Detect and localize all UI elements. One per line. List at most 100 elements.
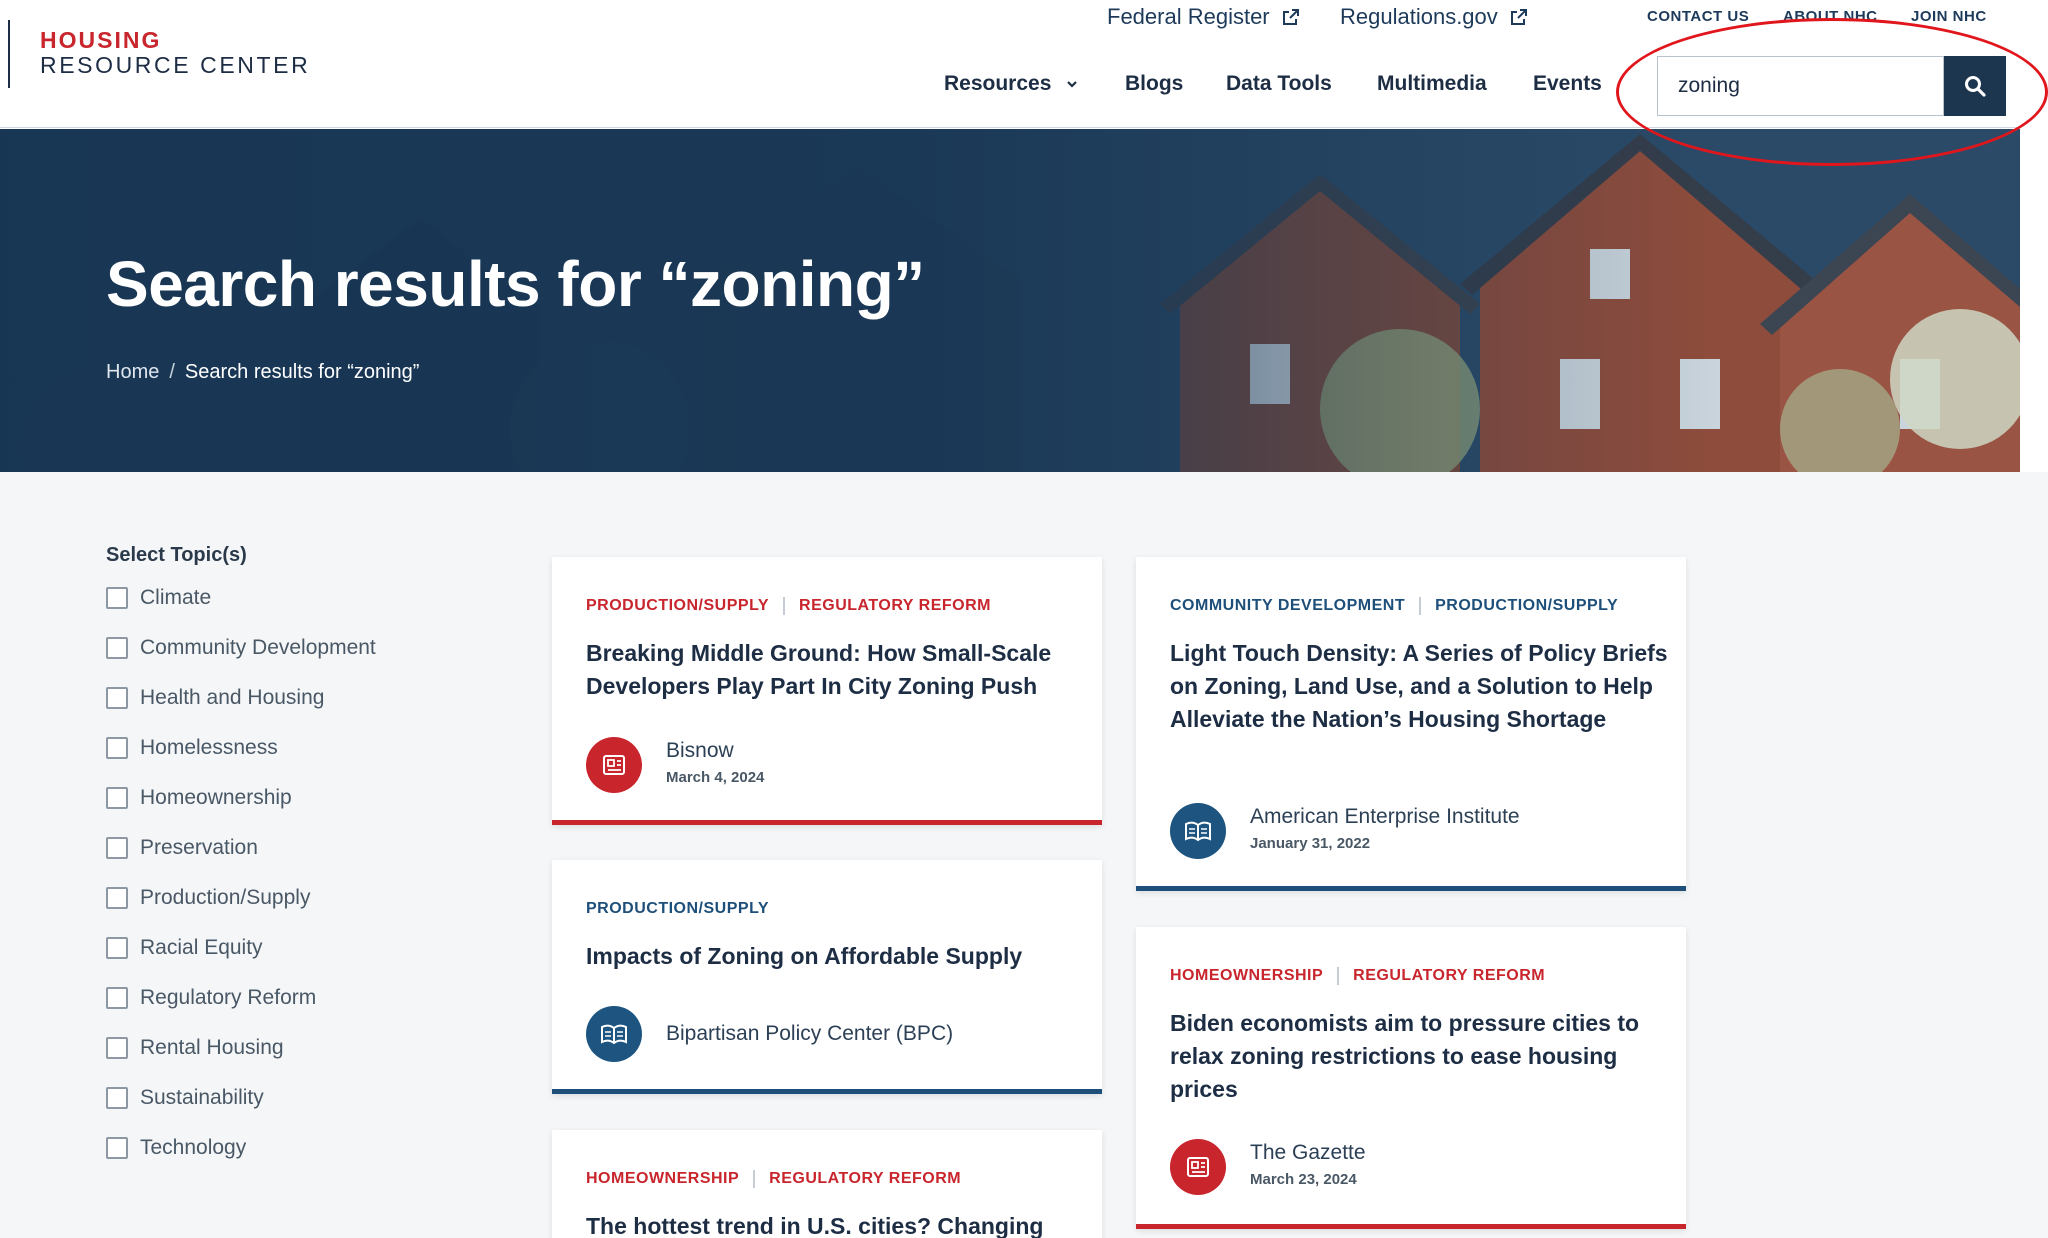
card-title[interactable]: Biden economists aim to pressure cities … (1170, 1007, 1670, 1106)
filter-label: Climate (140, 586, 212, 609)
filter-homeownership[interactable]: Homeownership (106, 786, 292, 810)
tag-divider (1337, 967, 1340, 985)
result-card[interactable]: HOMEOWNERSHIP REGULATORY REFORM Biden ec… (1136, 927, 1686, 1229)
open-book-icon (586, 1006, 642, 1062)
tag-link[interactable]: HOMEOWNERSHIP (1170, 967, 1323, 985)
filter-technology[interactable]: Technology (106, 1136, 246, 1160)
checkbox[interactable] (106, 587, 128, 609)
tag-link[interactable]: COMMUNITY DEVELOPMENT (1170, 597, 1405, 615)
logo-line-2: RESOURCE CENTER (40, 52, 311, 78)
card-title[interactable]: Impacts of Zoning on Affordable Supply (586, 940, 1076, 973)
tag-link[interactable]: PRODUCTION/SUPPLY (1435, 597, 1618, 615)
breadcrumb-home[interactable]: Home (106, 361, 159, 384)
checkbox[interactable] (106, 887, 128, 909)
source-date: January 31, 2022 (1250, 835, 1371, 852)
page-title: Search results for “zoning” (106, 248, 925, 320)
logo-line-1: HOUSING (40, 27, 162, 53)
tag-divider (1419, 597, 1422, 615)
breadcrumb: Home / Search results for “zoning” (106, 361, 419, 384)
tag-link[interactable]: HOMEOWNERSHIP (586, 1170, 739, 1188)
filter-homelessness[interactable]: Homelessness (106, 736, 278, 760)
filter-label: Health and Housing (140, 686, 325, 709)
checkbox[interactable] (106, 837, 128, 859)
filter-health-and-housing[interactable]: Health and Housing (106, 686, 324, 710)
filter-sustainability[interactable]: Sustainability (106, 1086, 264, 1110)
logo-divider (8, 20, 10, 88)
newspaper-icon (1170, 1139, 1226, 1195)
tag-divider (783, 597, 786, 615)
search-icon (1965, 76, 1986, 97)
regulations-gov-link[interactable]: Regulations.gov (1340, 4, 1528, 30)
source-name: Bisnow (666, 739, 734, 762)
card-tags: HOMEOWNERSHIP REGULATORY REFORM (1170, 967, 1545, 985)
nav-events[interactable]: Events (1533, 72, 1602, 96)
nav-multimedia[interactable]: Multimedia (1377, 72, 1487, 96)
filter-label: Racial Equity (140, 936, 263, 959)
checkbox[interactable] (106, 1137, 128, 1159)
card-tags: PRODUCTION/SUPPLY (586, 900, 769, 918)
card-tags: HOMEOWNERSHIP REGULATORY REFORM (586, 1170, 961, 1188)
filter-preservation[interactable]: Preservation (106, 836, 258, 860)
nav-data-tools[interactable]: Data Tools (1226, 72, 1332, 96)
filter-label: Rental Housing (140, 1036, 284, 1059)
filter-label: Regulatory Reform (140, 986, 317, 1009)
filter-production-supply[interactable]: Production/Supply (106, 886, 310, 910)
checkbox[interactable] (106, 937, 128, 959)
checkbox[interactable] (106, 687, 128, 709)
filter-label: Homeownership (140, 786, 292, 809)
checkbox[interactable] (106, 637, 128, 659)
tag-link[interactable]: PRODUCTION/SUPPLY (586, 900, 769, 918)
external-link-icon (1282, 9, 1299, 25)
result-card[interactable]: COMMUNITY DEVELOPMENT PRODUCTION/SUPPLY … (1136, 557, 1686, 891)
nav-resources[interactable]: Resources (944, 72, 1079, 96)
filter-regulatory-reform[interactable]: Regulatory Reform (106, 986, 316, 1010)
search-field (1657, 56, 1944, 116)
open-book-icon (1170, 803, 1226, 859)
nav-blogs[interactable]: Blogs (1125, 72, 1183, 96)
search-input[interactable] (1658, 57, 1943, 115)
external-link-icon (1510, 9, 1527, 25)
filter-community-development[interactable]: Community Development (106, 636, 376, 660)
filter-label: Production/Supply (140, 886, 311, 909)
federal-register-label: Federal Register (1107, 4, 1270, 29)
card-title[interactable]: Light Touch Density: A Series of Policy … (1170, 637, 1670, 736)
filters-title: Select Topic(s) (106, 544, 247, 566)
card-title[interactable]: The hottest trend in U.S. cities? Changi… (586, 1210, 1076, 1238)
checkbox[interactable] (106, 787, 128, 809)
filter-label: Sustainability (140, 1086, 264, 1109)
filter-climate[interactable]: Climate (106, 586, 211, 610)
federal-register-link[interactable]: Federal Register (1107, 4, 1300, 30)
site-logo[interactable]: HOUSING RESOURCE CENTER (40, 28, 310, 78)
nav-resources-label: Resources (944, 72, 1052, 95)
card-tags: PRODUCTION/SUPPLY REGULATORY REFORM (586, 597, 991, 615)
about-nhc-link[interactable]: ABOUT NHC (1783, 8, 1878, 25)
filter-label: Homelessness (140, 736, 278, 759)
result-card[interactable]: PRODUCTION/SUPPLY REGULATORY REFORM Brea… (552, 557, 1102, 825)
checkbox[interactable] (106, 987, 128, 1009)
chevron-down-icon (1067, 81, 1078, 88)
join-nhc-link[interactable]: JOIN NHC (1911, 8, 1987, 25)
breadcrumb-separator: / (169, 361, 175, 383)
card-title[interactable]: Breaking Middle Ground: How Small-Scale … (586, 637, 1076, 703)
result-card[interactable]: PRODUCTION/SUPPLY Impacts of Zoning on A… (552, 860, 1102, 1094)
filter-racial-equity[interactable]: Racial Equity (106, 936, 263, 960)
checkbox[interactable] (106, 1087, 128, 1109)
source-name: Bipartisan Policy Center (BPC) (666, 1022, 954, 1045)
tag-link[interactable]: REGULATORY REFORM (1353, 967, 1545, 985)
filter-label: Community Development (140, 636, 376, 659)
filter-label: Preservation (140, 836, 258, 859)
site-header: HOUSING RESOURCE CENTER Federal Register… (0, 0, 2020, 128)
checkbox[interactable] (106, 1037, 128, 1059)
hero-banner: Search results for “zoning” Home / Searc… (0, 129, 2020, 472)
contact-us-link[interactable]: CONTACT US (1647, 8, 1749, 25)
search-button[interactable] (1944, 56, 2006, 116)
filter-label: Technology (140, 1136, 247, 1159)
tag-link[interactable]: PRODUCTION/SUPPLY (586, 597, 769, 615)
source-date: March 23, 2024 (1250, 1171, 1357, 1188)
tag-divider (753, 1170, 756, 1188)
filter-rental-housing[interactable]: Rental Housing (106, 1036, 284, 1060)
checkbox[interactable] (106, 737, 128, 759)
result-card[interactable]: HOMEOWNERSHIP REGULATORY REFORM The hott… (552, 1130, 1102, 1238)
tag-link[interactable]: REGULATORY REFORM (799, 597, 991, 615)
tag-link[interactable]: REGULATORY REFORM (769, 1170, 961, 1188)
